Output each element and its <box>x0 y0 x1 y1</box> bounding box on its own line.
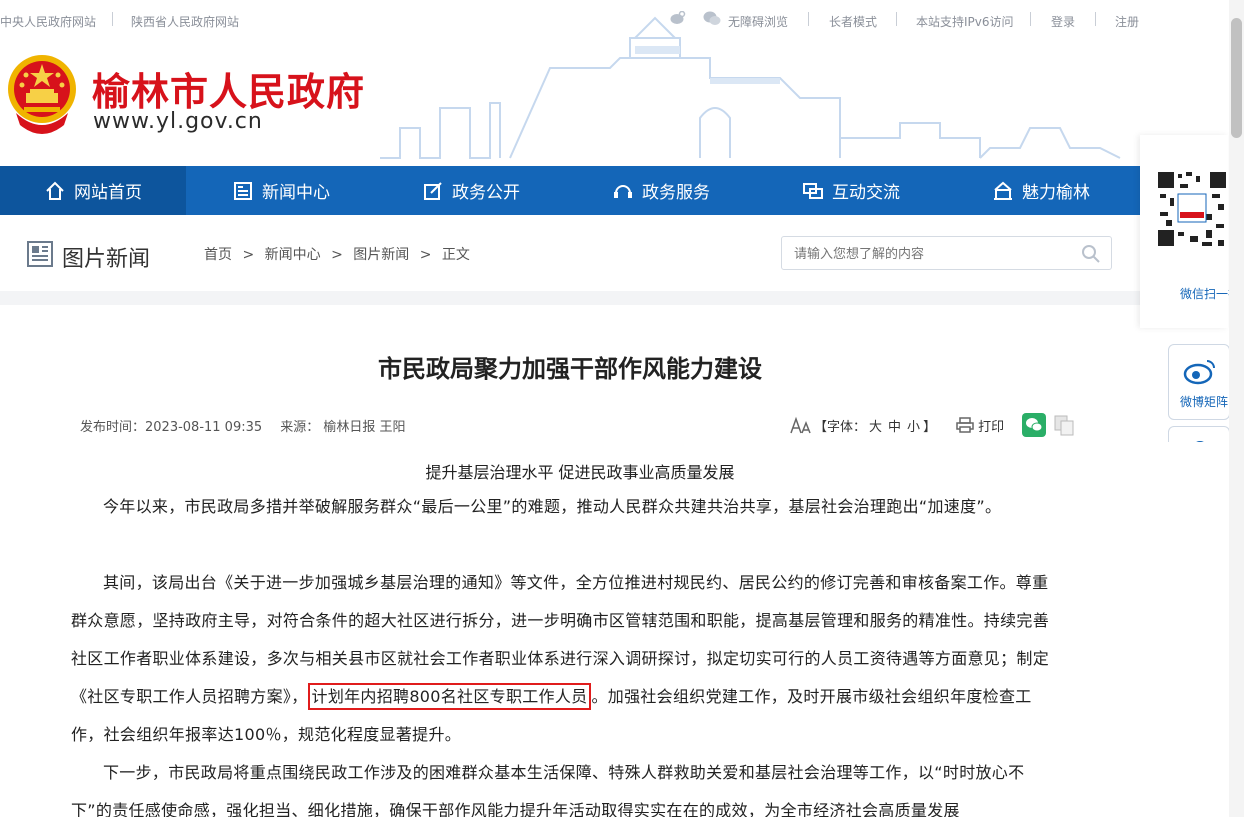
article-paragraph-1: 今年以来，市民政局多措并举破解服务群众“最后一公里”的难题，推动人民群众共建共治… <box>103 497 1002 516</box>
link-central-gov[interactable]: 中央人民政府网站 <box>0 13 96 30</box>
breadcrumb-news-center[interactable]: 新闻中心 <box>265 247 321 263</box>
wechat-small-icon[interactable] <box>703 11 721 29</box>
register-link[interactable]: 注册 <box>1115 13 1139 30</box>
publish-time: 发布时间：2023-08-11 09:35 <box>80 420 263 435</box>
nav-label: 互动交流 <box>832 183 900 203</box>
weibo-label: 微博矩阵 <box>1180 395 1229 409</box>
article-source: 来源： 榆林日报 王阳 <box>280 420 406 435</box>
elder-mode-link[interactable]: 长者模式 <box>829 13 877 30</box>
search-input[interactable] <box>794 244 1064 264</box>
accessible-browse-link[interactable]: 无障碍浏览 <box>728 13 788 30</box>
nav-label: 政务公开 <box>452 183 520 203</box>
weibo-icon <box>1183 360 1215 385</box>
divider <box>1095 12 1096 26</box>
weibo-small-icon[interactable] <box>670 10 686 28</box>
ipv6-notice: 本站支持IPv6访问 <box>916 15 1014 29</box>
service-icon <box>614 184 632 198</box>
scrollbar-thumb[interactable] <box>1231 18 1242 138</box>
font-medium-button[interactable]: 中 <box>888 416 901 435</box>
breadcrumb-separator: > <box>331 247 343 263</box>
font-size-icon <box>790 416 811 434</box>
font-label-close: 】 <box>923 419 937 435</box>
nav-gov-affairs[interactable]: 政务公开 <box>376 166 566 215</box>
top-utility-bar: 中央人民政府网站 陕西省人民政府网站 无障碍浏览 长者模式 本站支持IPv6访问… <box>0 0 1140 40</box>
section-title: 图片新闻 <box>62 247 151 272</box>
font-large-button[interactable]: 大 <box>869 416 882 435</box>
nav-interaction[interactable]: 互动交流 <box>756 166 946 215</box>
nav-news-center[interactable]: 新闻中心 <box>186 166 376 215</box>
copy-icon[interactable] <box>1052 413 1076 437</box>
national-emblem-logo[interactable] <box>2 51 82 137</box>
main-nav: 网站首页 新闻中心 政务公开 政务服务 互动交流 魅力榆林 <box>0 166 1140 215</box>
divider <box>1030 12 1031 26</box>
article-meta: 发布时间：2023-08-11 09:35 来源： 榆林日报 王阳 <box>80 416 420 435</box>
breadcrumb-separator: > <box>419 247 432 263</box>
section-header: 图片新闻 首页 > 新闻中心 > 图片新闻 > 正文 <box>0 215 1140 291</box>
login-link[interactable]: 登录 <box>1051 13 1075 30</box>
font-label: 【字体： <box>814 419 867 435</box>
breadcrumb-current: 正文 <box>441 247 470 263</box>
news-section-icon <box>27 241 53 267</box>
article-tools: 【字体： 大 中 小 】 打印 <box>790 413 1076 437</box>
site-title[interactable]: 榆林市人民政府 <box>92 61 365 116</box>
divider <box>112 12 113 26</box>
breadcrumb-home[interactable]: 首页 <box>204 247 232 263</box>
nav-label: 政务服务 <box>642 183 710 203</box>
divider <box>808 12 809 26</box>
nav-label: 网站首页 <box>74 183 142 203</box>
article-subtitle: 提升基层治理水平 促进民政事业高质量发展 <box>425 463 735 482</box>
article-paragraph-3: 下一步，市民政局将重点围绕民政工作涉及的困难群众基本生活保障、特殊人群救助关爱和… <box>71 763 1025 817</box>
print-button[interactable]: 打印 <box>978 416 1004 435</box>
qr-code-panel: 微信扫一扫 <box>1140 135 1240 328</box>
chat-icon <box>803 182 823 199</box>
print-icon[interactable] <box>956 417 974 433</box>
nav-label: 魅力榆林 <box>1022 183 1090 203</box>
nav-label: 新闻中心 <box>262 183 330 203</box>
article-paragraph-2: 其间，该局出台《关于进一步加强城乡基层治理的通知》等文件，全方位推进村规民约、居… <box>71 564 1059 754</box>
breadcrumb-picture-news[interactable]: 图片新闻 <box>353 247 409 263</box>
search-icon[interactable] <box>1081 244 1101 264</box>
wechat-share-icon[interactable] <box>1022 413 1047 437</box>
landmark-icon <box>994 181 1012 200</box>
home-icon <box>46 181 64 200</box>
nav-gov-service[interactable]: 政务服务 <box>566 166 756 215</box>
link-shaanxi-gov[interactable]: 陕西省人民政府网站 <box>131 13 239 30</box>
edit-icon <box>424 181 442 200</box>
breadcrumb-separator: > <box>242 247 255 263</box>
search-box <box>781 236 1112 270</box>
font-small-button[interactable]: 小 <box>907 416 920 435</box>
nav-home[interactable]: 网站首页 <box>0 166 186 215</box>
article-container: 市民政局聚力加强干部作风能力建设 发布时间：2023-08-11 09:35 来… <box>0 305 1140 817</box>
weibo-matrix-button[interactable]: 微博矩阵 <box>1168 344 1230 420</box>
site-url: www.yl.gov.cn <box>93 109 263 134</box>
side-blank-area <box>1157 442 1229 817</box>
divider <box>896 12 897 26</box>
article-title: 市民政局聚力加强干部作风能力建设 <box>378 355 762 383</box>
highlighted-recruitment-text: 计划年内招聘800名社区专职工作人员 <box>307 683 592 710</box>
newspaper-icon <box>234 181 252 200</box>
qr-code-image <box>1156 170 1228 250</box>
nav-charm-yulin[interactable]: 魅力榆林 <box>946 166 1136 215</box>
breadcrumb: 首页 > 新闻中心 > 图片新闻 > 正文 <box>204 244 476 264</box>
section-divider <box>0 291 1140 305</box>
